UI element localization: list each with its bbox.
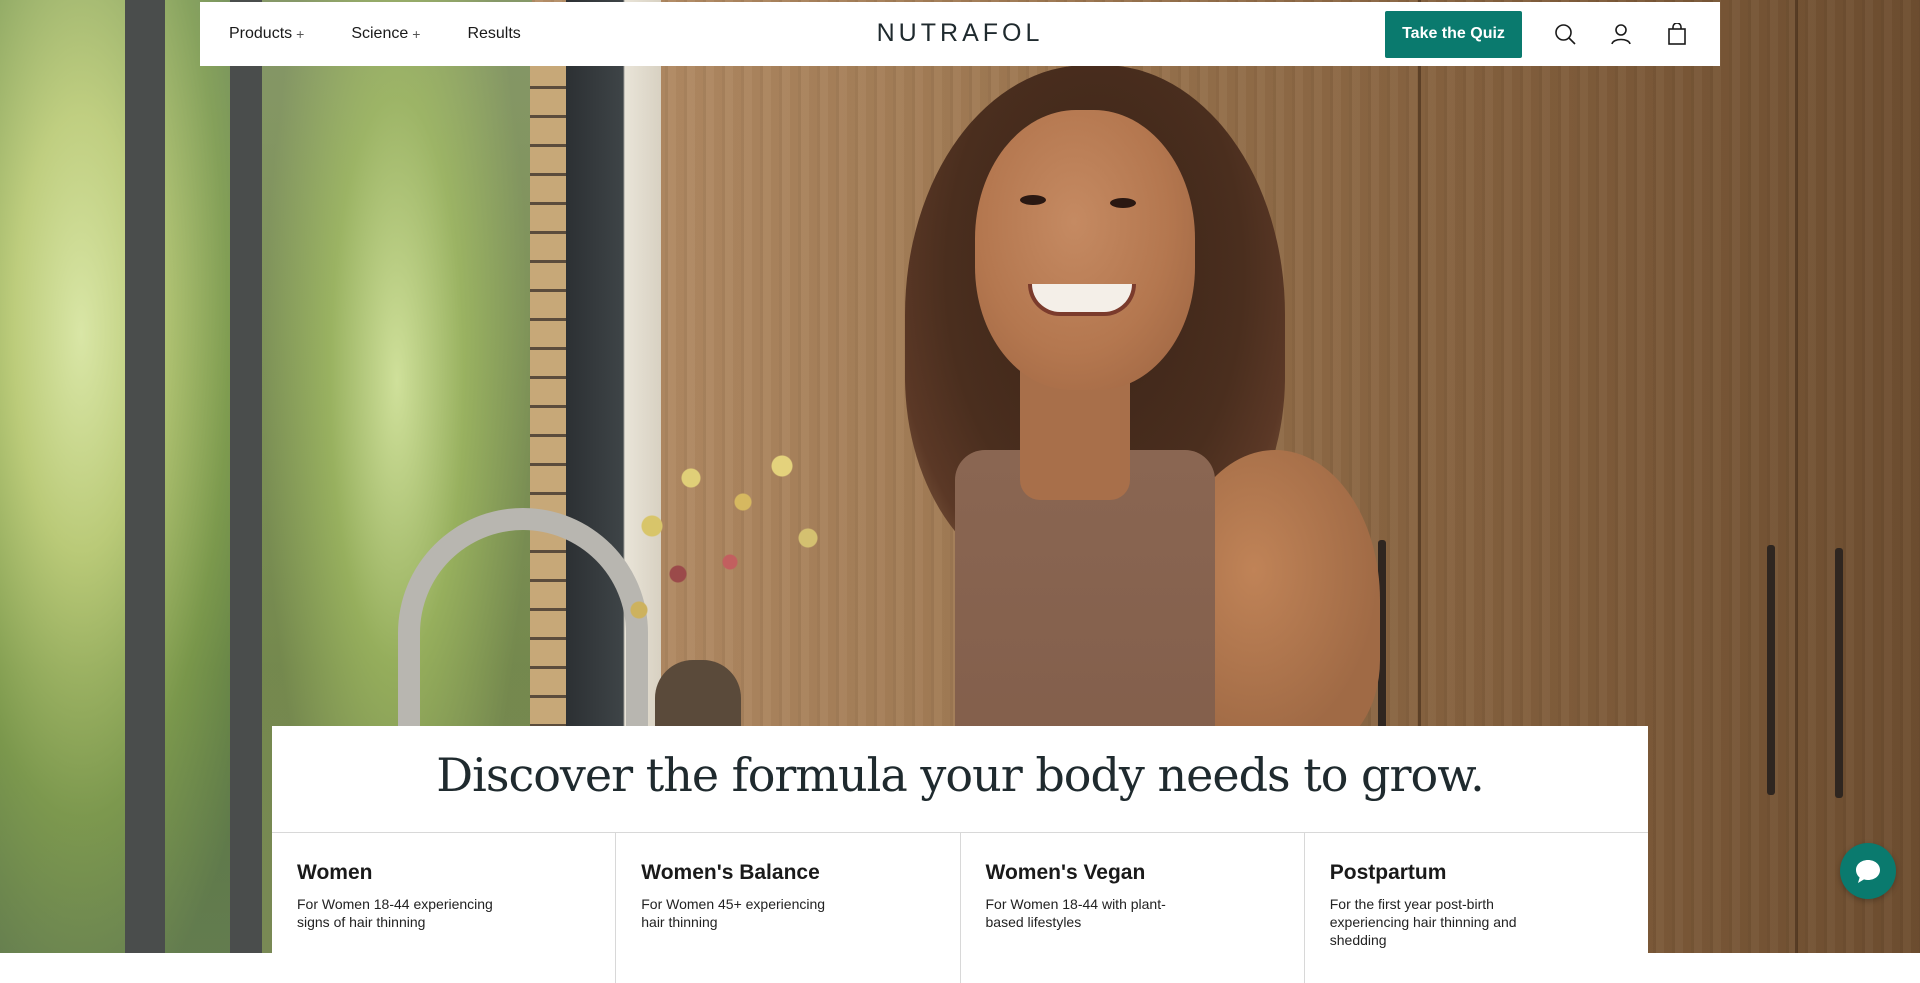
nav-products-label: Products bbox=[229, 25, 293, 42]
formula-card: Discover the formula your body needs to … bbox=[272, 726, 1648, 983]
option-title: Women's Balance bbox=[641, 861, 820, 884]
hero-headline: Discover the formula your body needs to … bbox=[436, 748, 1484, 802]
option-women[interactable]: Women For Women 18-44 experiencing signs… bbox=[272, 833, 617, 983]
option-description: For Women 45+ experiencing hair thinning bbox=[641, 896, 826, 930]
plus-icon: + bbox=[412, 26, 421, 42]
option-title: Women bbox=[297, 861, 373, 884]
formula-options: Women For Women 18-44 experiencing signs… bbox=[272, 833, 1648, 983]
account-icon[interactable] bbox=[1607, 20, 1635, 48]
option-description: For Women 18-44 with plant-based lifesty… bbox=[985, 896, 1166, 930]
option-title: Women's Vegan bbox=[985, 861, 1146, 884]
nav-results-label: Results bbox=[467, 25, 521, 42]
chat-button[interactable] bbox=[1840, 843, 1896, 899]
nav-products[interactable]: Products + bbox=[229, 25, 304, 43]
option-description: For Women 18-44 experiencing signs of ha… bbox=[297, 896, 493, 930]
option-womens-balance[interactable]: Women's Balance For Women 45+ experienci… bbox=[616, 833, 961, 983]
brand-logo[interactable]: NUTRAFOL bbox=[877, 19, 1044, 48]
search-icon[interactable] bbox=[1551, 20, 1579, 48]
option-description: For the first year post-birth experienci… bbox=[1329, 896, 1517, 948]
top-nav: Products + Science + Results NUTRAFOL Ta… bbox=[200, 2, 1720, 66]
option-postpartum[interactable]: Postpartum For the first year post-birth… bbox=[1305, 833, 1648, 983]
nav-science[interactable]: Science + bbox=[351, 25, 420, 43]
nav-results[interactable]: Results bbox=[467, 25, 520, 43]
option-womens-vegan[interactable]: Women's Vegan For Women 18-44 with plant… bbox=[961, 833, 1305, 983]
cart-icon[interactable] bbox=[1663, 20, 1691, 48]
chat-bubble-icon bbox=[1856, 860, 1880, 883]
plus-icon: + bbox=[296, 26, 305, 42]
nav-science-label: Science bbox=[351, 25, 409, 42]
nav-links: Products + Science + Results bbox=[229, 25, 521, 43]
nav-actions: Take the Quiz bbox=[1385, 10, 1691, 58]
take-quiz-button[interactable]: Take the Quiz bbox=[1385, 10, 1522, 58]
option-title: Postpartum bbox=[1329, 861, 1447, 884]
